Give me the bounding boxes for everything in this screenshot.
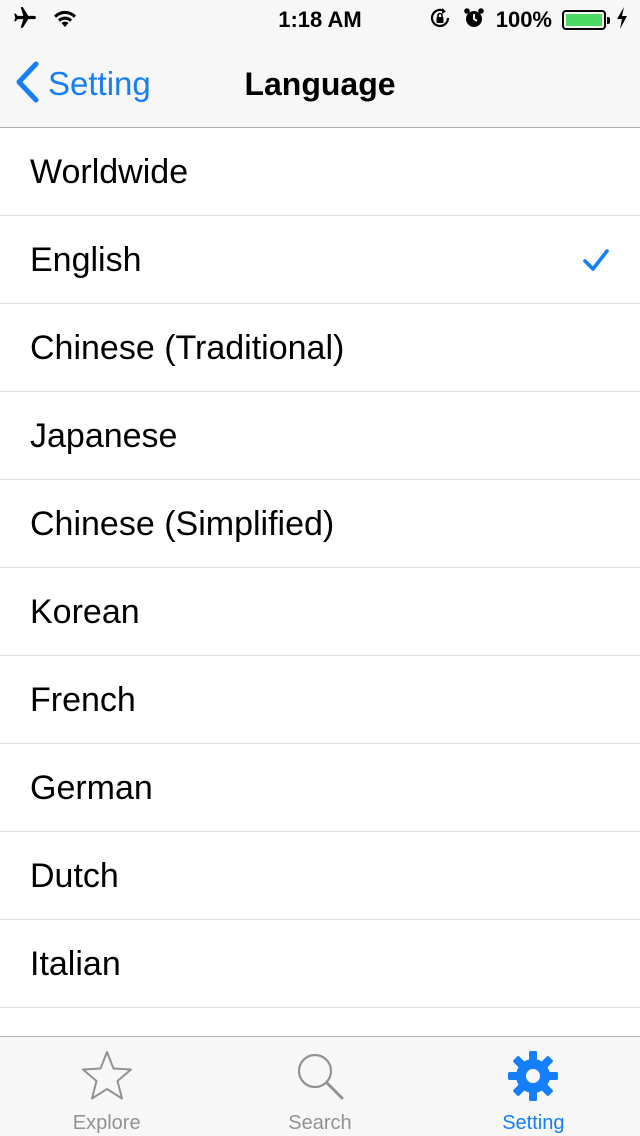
list-item-label: Chinese (Traditional) — [30, 329, 345, 367]
page-title: Language — [244, 66, 396, 102]
list-item-label: Japanese — [30, 417, 178, 455]
list-item-label: Dutch — [30, 857, 119, 895]
battery-percent: 100% — [495, 7, 552, 32]
alarm-icon — [462, 6, 486, 35]
list-item-french[interactable]: French — [0, 656, 640, 744]
list-item-german[interactable]: German — [0, 744, 640, 832]
rotation-lock-icon — [428, 6, 452, 35]
list-item-label: German — [30, 769, 153, 807]
list-item-label: Worldwide — [30, 153, 189, 191]
status-right: 100% — [428, 6, 628, 34]
list-item-label: Italian — [30, 945, 121, 983]
list-item-label: English — [30, 241, 142, 279]
navigation-bar: Setting Language — [0, 40, 640, 128]
list-item-label: French — [30, 681, 136, 719]
list-item-label: Korean — [30, 593, 140, 631]
list-item-english[interactable]: English — [0, 216, 640, 304]
search-icon — [293, 1049, 347, 1103]
battery-icon — [562, 10, 610, 30]
star-icon — [80, 1049, 134, 1103]
list-item-partial[interactable] — [0, 1008, 640, 1036]
status-bar: 1:18 AM 100% — [0, 0, 640, 40]
checkmark-icon — [582, 246, 610, 274]
charging-icon — [616, 6, 628, 34]
list-item-chinese-simplified[interactable]: Chinese (Simplified) — [0, 480, 640, 568]
tab-bar: Explore Search Setting — [0, 1036, 640, 1136]
list-item-label: Chinese (Simplified) — [30, 505, 335, 543]
tab-label: Setting — [502, 1112, 565, 1134]
list-item-chinese-traditional[interactable]: Chinese (Traditional) — [0, 304, 640, 392]
screen: 1:18 AM 100% Setting Language Worldwide … — [0, 0, 640, 1136]
list-item-korean[interactable]: Korean — [0, 568, 640, 656]
list-item-japanese[interactable]: Japanese — [0, 392, 640, 480]
language-list: Worldwide English Chinese (Traditional) … — [0, 128, 640, 1036]
tab-label: Search — [288, 1112, 352, 1134]
tab-search[interactable]: Search — [213, 1037, 426, 1136]
list-item-worldwide[interactable]: Worldwide — [0, 128, 640, 216]
list-item-dutch[interactable]: Dutch — [0, 832, 640, 920]
battery-fill — [566, 14, 602, 26]
tab-explore[interactable]: Explore — [0, 1037, 213, 1136]
gear-icon — [506, 1049, 560, 1103]
list-item-italian[interactable]: Italian — [0, 920, 640, 1008]
tab-setting[interactable]: Setting — [427, 1037, 640, 1136]
tab-label: Explore — [72, 1112, 141, 1134]
